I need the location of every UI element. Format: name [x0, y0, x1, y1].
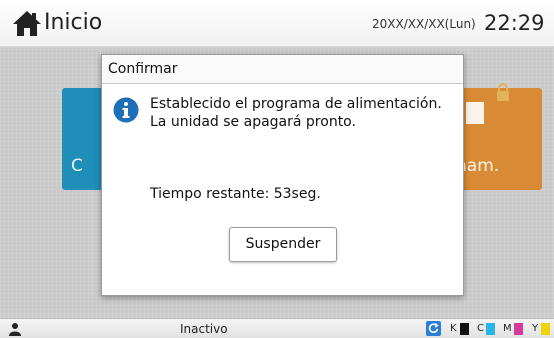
dialog-message-line2: La unidad se apagará pronto. [150, 114, 356, 130]
clock-display: 22:29 [484, 11, 545, 35]
ink-label-y: Y [532, 323, 539, 334]
page-title: Inicio [44, 10, 103, 35]
ink-swatch-k [460, 323, 469, 335]
lock-icon [497, 83, 509, 101]
ink-level-k: K [450, 322, 472, 336]
ink-swatch-y [541, 323, 550, 335]
suspend-button[interactable]: Suspender [229, 227, 337, 262]
top-bar: Inicio 20XX/XX/XX(Lun) 22:29 [0, 0, 554, 47]
user-icon[interactable] [9, 322, 21, 336]
document-icon [466, 102, 484, 124]
ink-level-y: Y [532, 322, 554, 336]
dialog-titlebar: Confirmar [102, 55, 463, 84]
ink-swatch-m [514, 323, 523, 335]
confirm-dialog: Confirmar Establecido el programa de ali… [101, 54, 464, 296]
remaining-time: Tiempo restante: 53seg. [150, 186, 321, 202]
ink-label-c: C [477, 323, 484, 334]
info-icon [113, 97, 139, 123]
ink-label-m: M [503, 323, 512, 334]
ink-level-c: C [477, 322, 499, 336]
home-icon[interactable] [12, 9, 42, 37]
status-bar: Inactivo K C M Y [0, 318, 554, 338]
refresh-glyph [428, 322, 439, 333]
ink-swatch-c [486, 323, 495, 335]
ink-level-m: M [503, 322, 527, 336]
refresh-icon[interactable] [426, 321, 441, 336]
device-status: Inactivo [180, 322, 228, 336]
copy-tile-label: C [71, 156, 83, 176]
dialog-title: Confirmar [108, 61, 178, 77]
printer-panel-screen: Inicio 20XX/XX/XX(Lun) 22:29 C nam. Conf… [0, 0, 554, 338]
dialog-message: Establecido el programa de alimentación.… [150, 95, 456, 131]
dialog-message-line1: Establecido el programa de alimentación. [150, 96, 442, 112]
date-display: 20XX/XX/XX(Lun) [372, 17, 476, 31]
ink-label-k: K [450, 323, 457, 334]
